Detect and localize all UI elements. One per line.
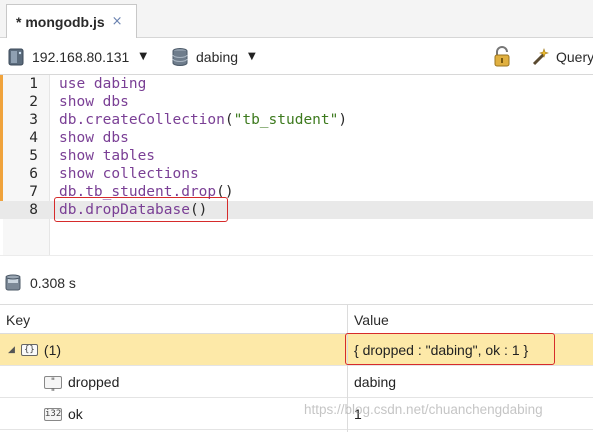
column-header-key[interactable]: Key <box>6 305 30 334</box>
tab-mongodb-js[interactable]: * mongodb.js × <box>6 4 137 38</box>
code-text: show dbs <box>59 94 129 110</box>
query-button[interactable]: Query <box>530 38 593 75</box>
server-icon <box>8 47 24 67</box>
execution-time: 0.308 s <box>30 275 76 291</box>
string-type-icon: " " <box>44 375 62 398</box>
highlight-box-result <box>345 333 555 365</box>
code-line[interactable]: 4 show dbs <box>0 129 593 147</box>
key-cell: i32 ok <box>44 398 83 430</box>
query-label: Query <box>556 48 593 65</box>
table-header: Key Value <box>0 304 593 334</box>
tab-strip: * mongodb.js × <box>0 0 593 38</box>
chevron-down-icon: ▼ <box>139 51 148 62</box>
lock-button[interactable] <box>492 38 512 75</box>
code-line[interactable]: 5 show tables <box>0 147 593 165</box>
line-number: 5 <box>29 148 38 164</box>
chevron-down-icon: ▼ <box>248 51 256 62</box>
code-text: show collections <box>59 166 199 182</box>
row-key: ok <box>68 406 83 422</box>
row-key: dropped <box>68 374 120 390</box>
status-bar: 0.308 s <box>0 268 593 298</box>
code-line[interactable]: 6 show collections <box>0 165 593 183</box>
int32-type-icon: i32 <box>44 407 62 421</box>
table-row[interactable]: " " dropped dabing <box>0 366 593 398</box>
highlight-box-drop-database <box>54 197 228 222</box>
object-icon: {} <box>20 344 38 356</box>
key-cell: " " dropped <box>44 366 119 398</box>
line-number: 7 <box>29 184 38 200</box>
code-line[interactable]: 3 db.createCollection("tb_student") <box>0 111 593 129</box>
line-number: 4 <box>29 130 38 146</box>
code-text: show tables <box>59 148 156 164</box>
value-cell: dabing <box>354 374 397 390</box>
line-number: 3 <box>29 112 38 128</box>
database-selector[interactable]: dabing ▼ <box>172 38 256 75</box>
line-number: 2 <box>29 94 38 110</box>
close-icon[interactable]: × <box>112 14 123 29</box>
code-text: db.createCollection("tb_student") <box>59 112 348 128</box>
connection-selector[interactable]: 192.168.80.131 ▼ <box>8 38 147 75</box>
code-line[interactable]: 1 use dabing <box>0 75 593 93</box>
editor-divider <box>0 255 593 265</box>
database-label: dabing <box>196 48 239 65</box>
toolbar: 192.168.80.131 ▼ dabing ▼ Query <box>0 38 593 75</box>
timer-icon <box>4 274 22 292</box>
code-line[interactable]: 2 show dbs <box>0 93 593 111</box>
key-cell: ◢ {} (1) <box>8 334 61 366</box>
database-icon <box>172 47 188 67</box>
code-text: show dbs <box>59 130 129 146</box>
line-number: 8 <box>29 202 38 218</box>
magic-wand-icon <box>532 47 549 65</box>
line-number: 6 <box>29 166 38 182</box>
expand-triangle-icon[interactable]: ◢ <box>8 345 15 355</box>
lock-icon <box>494 45 510 66</box>
column-header-value[interactable]: Value <box>354 305 389 334</box>
row-key: (1) <box>43 342 62 358</box>
watermark: https://blog.csdn.net/chuanchengdabing <box>304 402 543 417</box>
code-text: use dabing <box>59 76 147 92</box>
line-number: 1 <box>29 76 38 92</box>
connection-label: 192.168.80.131 <box>32 48 130 65</box>
tab-label: * mongodb.js <box>16 13 105 30</box>
code-editor[interactable]: 1 use dabing 2 show dbs 3 db.createCollection… <box>0 75 593 255</box>
